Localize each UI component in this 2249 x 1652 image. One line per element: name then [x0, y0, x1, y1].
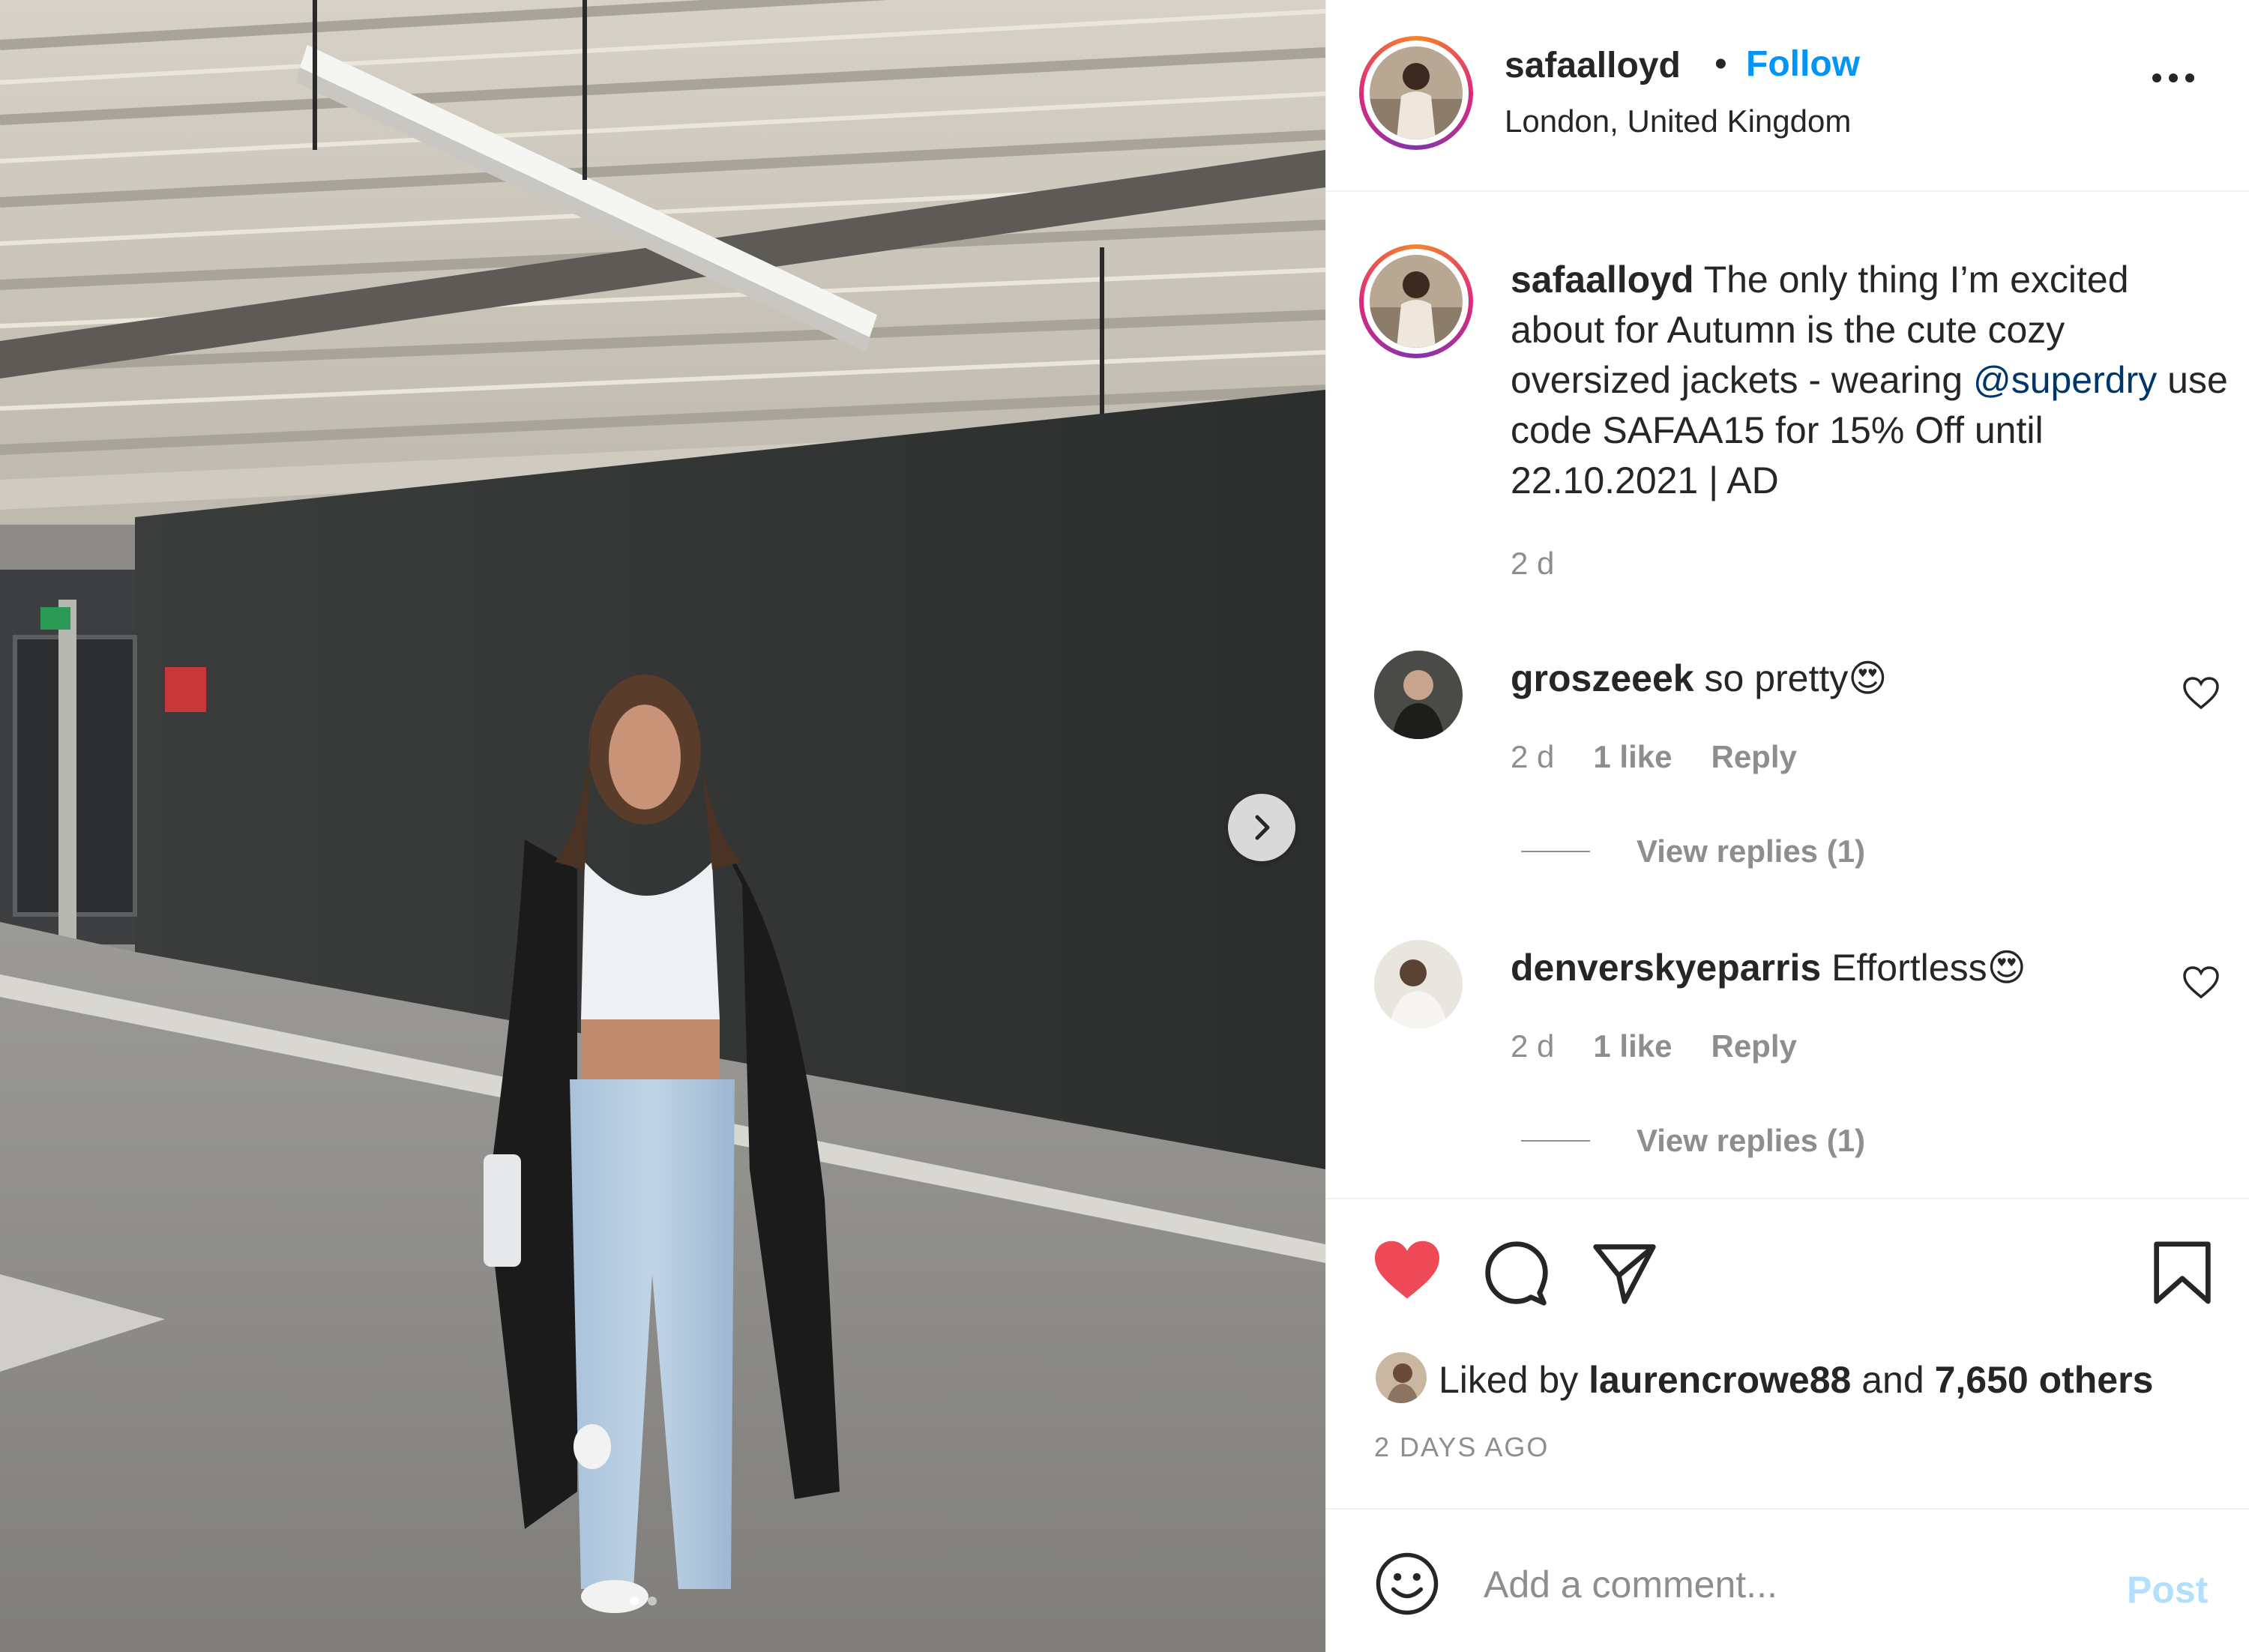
comment-text: Effortless😍 [1831, 947, 2026, 989]
comment-body: denverskyeparris Effortless😍 [1511, 946, 2026, 989]
liked-by-avatar[interactable] [1374, 1351, 1428, 1405]
post-caption: safaalloyd The only thing I’m excited ab… [1511, 255, 2230, 506]
comment-bubble-icon[interactable] [1482, 1238, 1551, 1307]
heart-filled-icon[interactable] [1371, 1238, 1443, 1303]
comment-avatar-denverskyeparris[interactable] [1374, 940, 1463, 1028]
liked-by-avatar-image [1376, 1352, 1427, 1403]
view-replies-line [1521, 851, 1590, 852]
post-timestamp[interactable]: 2 DAYS AGO [1374, 1432, 1549, 1463]
author-story-ring[interactable] [1359, 36, 1473, 150]
comment-likes-count[interactable]: 1 like [1593, 1028, 1672, 1064]
add-comment-input[interactable] [1484, 1547, 2083, 1622]
header-separator: • [1714, 44, 1727, 84]
liked-by-line: Liked by laurencrowe88 and 7,650 others [1439, 1358, 2153, 1402]
liked-by-and: and [1861, 1359, 1924, 1401]
carousel-dot [648, 1597, 657, 1606]
comment-meta: 2 d 1 like Reply [1511, 1028, 1797, 1064]
caption-mention-link[interactable]: @superdry [1973, 359, 2157, 401]
next-photo-button[interactable] [1228, 794, 1295, 861]
author-avatar-image [1370, 46, 1463, 139]
comment-body: groszeeek so pretty😍 [1511, 657, 1887, 700]
comment-reply-button[interactable]: Reply [1711, 1028, 1796, 1064]
comment-meta: 2 d 1 like Reply [1511, 739, 1797, 775]
more-options-icon[interactable] [2152, 73, 2194, 82]
comment-username[interactable]: denverskyeparris [1511, 947, 1821, 989]
author-username[interactable]: safaalloyd [1505, 45, 1681, 86]
comment-time[interactable]: 2 d [1511, 739, 1554, 775]
post-comment-button[interactable]: Post [2127, 1568, 2208, 1612]
view-replies-line [1521, 1140, 1590, 1142]
photo-scene [0, 0, 1325, 1652]
comment-like-heart-icon[interactable] [2182, 965, 2220, 1000]
chevron-right-icon [1255, 815, 1270, 840]
comment-likes-count[interactable]: 1 like [1593, 739, 1672, 775]
post-photo[interactable] [0, 0, 1325, 1652]
caption-author-avatar[interactable] [1370, 255, 1463, 348]
author-avatar[interactable] [1370, 46, 1463, 139]
comment-time[interactable]: 2 d [1511, 1028, 1554, 1064]
caption-username[interactable]: safaalloyd [1511, 259, 1694, 301]
add-comment-bar: Post [1326, 1508, 2249, 1652]
comment-reply-button[interactable]: Reply [1711, 739, 1796, 775]
view-replies-label: View replies (1) [1637, 1123, 1866, 1158]
liked-by-user[interactable]: laurencrowe88 [1589, 1359, 1851, 1401]
post-location[interactable]: London, United Kingdom [1505, 103, 1851, 139]
comment-username[interactable]: groszeeek [1511, 657, 1694, 699]
bookmark-icon[interactable] [2151, 1238, 2214, 1307]
view-replies-label: View replies (1) [1637, 833, 1866, 869]
comment-avatar-image [1374, 651, 1463, 739]
carousel-dot-active [630, 1597, 639, 1606]
comment-avatar-image [1374, 940, 1463, 1028]
liked-by-prefix: Liked by [1439, 1359, 1579, 1401]
caption-avatar-image [1370, 255, 1463, 348]
caption-timestamp[interactable]: 2 d [1511, 546, 1554, 582]
follow-button[interactable]: Follow [1746, 43, 1860, 85]
view-replies-button[interactable]: View replies (1) [1521, 1123, 1865, 1159]
comment-avatar-groszeeek[interactable] [1374, 651, 1463, 739]
post-header: safaalloyd • Follow London, United Kingd… [1326, 0, 2249, 192]
comment-text: so pretty😍 [1704, 657, 1888, 699]
divider [1326, 1198, 2249, 1199]
paper-plane-icon[interactable] [1590, 1238, 1659, 1307]
post-side-panel: safaalloyd • Follow London, United Kingd… [1325, 0, 2249, 1652]
carousel-indicators [630, 1597, 657, 1606]
liked-by-others[interactable]: 7,650 others [1935, 1359, 2154, 1401]
emoji-smiley-icon[interactable] [1374, 1551, 1440, 1617]
view-replies-button[interactable]: View replies (1) [1521, 833, 1865, 869]
caption-author-story-ring[interactable] [1359, 244, 1473, 358]
comment-like-heart-icon[interactable] [2182, 676, 2220, 711]
